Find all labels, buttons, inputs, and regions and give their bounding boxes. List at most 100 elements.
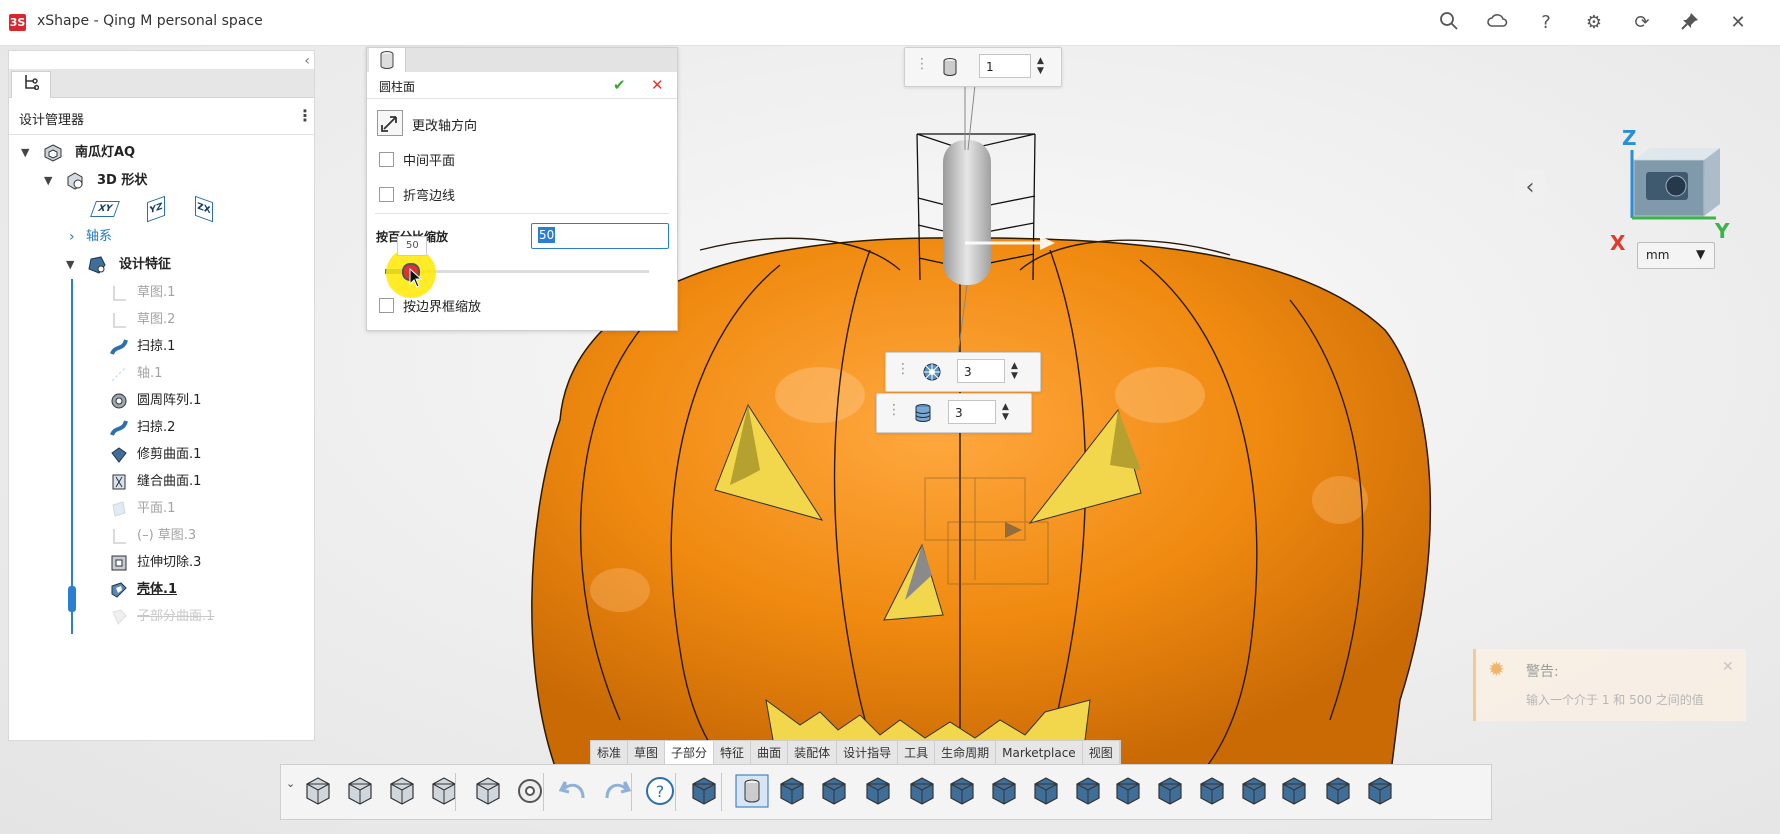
ribbon-tab[interactable]: 工具 [898, 741, 936, 765]
cancel-button[interactable]: ✕ [651, 76, 664, 94]
refresh-icon[interactable]: ⟳ [1630, 11, 1654, 35]
mid-plane-checkbox[interactable] [379, 152, 394, 167]
tree-axes[interactable]: › 轴系 [9, 223, 314, 251]
feature-item[interactable]: 扫掠.1 [9, 333, 314, 361]
ribbon-tab[interactable]: Marketplace [996, 741, 1083, 765]
feature-item[interactable]: 轴.1 [9, 360, 314, 388]
manage-icon[interactable] [471, 774, 505, 808]
mini-toolbar-radial: ⋮ 3 ▲ ▼ [885, 352, 1041, 392]
search-icon[interactable] [1437, 11, 1461, 35]
ribbon-tab[interactable]: 设计指导 [837, 741, 899, 765]
undo-icon[interactable] [557, 774, 591, 808]
cylinder-tab-icon[interactable] [369, 48, 406, 72]
box-surface-icon[interactable] [775, 774, 809, 808]
grid-surface-icon[interactable] [687, 774, 721, 808]
ribbon-tab[interactable]: 曲面 [751, 741, 789, 765]
height-count-input[interactable]: 1 [979, 54, 1031, 78]
curve-icon[interactable] [905, 774, 939, 808]
ribbon-expand-chevron-icon[interactable]: ⌄ [286, 777, 295, 790]
expand-triangle-icon[interactable]: ▼ [66, 251, 74, 279]
ribbon-tab[interactable]: 草图 [628, 741, 666, 765]
feature-item[interactable]: 壳体.1 [9, 576, 314, 604]
ribbon-tab[interactable]: 标准 [591, 741, 629, 765]
radial-count-input[interactable]: 3 [957, 359, 1005, 383]
shape-icon [67, 172, 83, 190]
ribbon-tab[interactable]: 子部分 [665, 741, 715, 765]
bend-icon[interactable] [1195, 774, 1229, 808]
save-icon[interactable] [385, 774, 419, 808]
expand-triangle-icon[interactable]: ▼ [44, 167, 52, 195]
help-icon[interactable]: ? [643, 774, 677, 808]
spinner-arrows-icon[interactable]: ▲ ▼ [1037, 56, 1044, 76]
extrude-icon[interactable] [1071, 774, 1105, 808]
feature-item[interactable]: 圆周阵列.1 [9, 387, 314, 415]
zx-plane-icon[interactable]: ZX [195, 195, 213, 223]
feature-item[interactable]: 子部分曲面.1 [9, 603, 314, 631]
face-icon[interactable] [945, 774, 979, 808]
yz-plane-icon[interactable]: YZ [147, 195, 165, 223]
gear-icon[interactable]: ⚙ [1582, 11, 1606, 35]
radial-count-icon [923, 363, 941, 381]
help-icon[interactable]: ? [1534, 11, 1558, 35]
axes-label: 轴系 [86, 229, 113, 244]
units-dropdown[interactable]: mm ▼ [1637, 242, 1715, 269]
ribbon-tab[interactable]: 生命周期 [935, 741, 997, 765]
insert-part-icon[interactable] [343, 774, 377, 808]
feature-item[interactable]: 草图.2 [9, 306, 314, 334]
chevron-right-icon[interactable]: › [69, 223, 75, 251]
tree-tab-icon[interactable] [11, 71, 51, 98]
pin-icon[interactable] [1678, 11, 1702, 35]
tree-features-group[interactable]: ▼ 设计特征 [9, 251, 314, 279]
close-icon[interactable]: ✕ [1722, 659, 1734, 675]
quad-icon[interactable] [987, 774, 1021, 808]
collapse-panel-button[interactable]: ‹ [304, 53, 310, 69]
close-icon[interactable]: ✕ [1726, 11, 1750, 35]
delete-face-icon[interactable] [1153, 774, 1187, 808]
cut-icon[interactable] [1111, 774, 1145, 808]
drag-grip-icon[interactable]: ⋮ [887, 402, 901, 418]
feature-label: 扫掠.2 [137, 420, 176, 435]
twist-icon[interactable] [1277, 774, 1311, 808]
fold-edge-checkbox[interactable] [379, 187, 394, 202]
new-subpart-icon[interactable] [301, 774, 335, 808]
ribbon-tab[interactable]: 视图 [1083, 741, 1120, 765]
drag-grip-icon[interactable]: ⋮ [915, 56, 929, 72]
scale-input[interactable]: 50 [531, 223, 669, 249]
warning-title: 警告: [1526, 664, 1559, 680]
spinner-arrows-icon[interactable]: ▲ ▼ [1011, 361, 1018, 381]
change-axis-button[interactable]: 更改轴方向 [412, 115, 477, 134]
point-icon[interactable] [861, 774, 895, 808]
settings-icon[interactable] [513, 774, 547, 808]
feature-item[interactable]: 平面.1 [9, 495, 314, 523]
ribbon-tab[interactable]: 装配体 [788, 741, 838, 765]
spinner-arrows-icon[interactable]: ▲ ▼ [1002, 402, 1009, 422]
feature-item[interactable]: (–) 草图.3 [9, 522, 314, 550]
feature-label: 子部分曲面.1 [137, 609, 215, 624]
cube-icon[interactable] [1321, 774, 1355, 808]
tree-shape[interactable]: ▼ 3D 形状 [9, 167, 314, 195]
feature-item[interactable]: 缝合曲面.1 [9, 468, 314, 496]
redo-icon[interactable] [599, 774, 633, 808]
feature-item[interactable]: 扫掠.2 [9, 414, 314, 442]
feature-item[interactable]: 草图.1 [9, 279, 314, 307]
change-axis-icon[interactable] [377, 110, 403, 136]
ribbon-tab[interactable]: 特征 [714, 741, 752, 765]
lattice-icon[interactable] [1363, 774, 1397, 808]
more-menu-icon[interactable]: ⋮ [297, 106, 313, 125]
collapse-arrow-button[interactable]: ‹ [1515, 169, 1545, 207]
ellipsoid-icon[interactable] [817, 774, 851, 808]
stack-count-input[interactable]: 3 [948, 400, 996, 424]
feature-item[interactable]: 修剪曲面.1 [9, 441, 314, 469]
drag-grip-icon[interactable]: ⋮ [896, 361, 910, 377]
expand-triangle-icon[interactable]: ▼ [21, 139, 29, 167]
cylinder-surface-icon[interactable] [735, 774, 769, 808]
tree-root[interactable]: ▼ 南瓜灯AQ [9, 139, 314, 167]
ok-button[interactable]: ✔ [613, 76, 626, 94]
sphere-icon[interactable] [1237, 774, 1271, 808]
feature-icon [112, 609, 127, 625]
xy-plane-icon[interactable]: XY [90, 201, 120, 217]
bbox-scale-checkbox[interactable] [379, 298, 394, 313]
feature-item[interactable]: 拉伸切除.3 [9, 549, 314, 577]
edge-icon[interactable] [1029, 774, 1063, 808]
cloud-icon[interactable] [1486, 11, 1510, 35]
